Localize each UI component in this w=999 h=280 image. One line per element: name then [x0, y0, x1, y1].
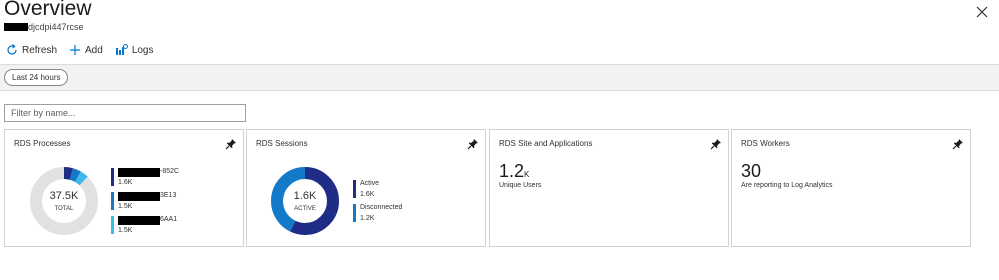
redacted-text	[118, 192, 160, 201]
close-button[interactable]	[972, 2, 992, 22]
pin-icon[interactable]	[710, 138, 722, 150]
metric-unit: K	[524, 170, 530, 179]
refresh-icon	[7, 44, 17, 55]
resource-name: djcdpi447rcse	[28, 22, 84, 32]
pin-icon[interactable]	[467, 138, 479, 150]
legend-name: 3E13	[160, 192, 177, 199]
legend-value: 1.6K	[360, 191, 375, 198]
tile-rds-site-applications[interactable]: RDS Site and Applications 1.2K Unique Us…	[489, 129, 729, 247]
legend-swatch	[353, 204, 356, 222]
close-icon	[976, 6, 988, 18]
legend-name: Active	[360, 180, 380, 187]
plus-icon	[70, 45, 81, 55]
metric-value: 30	[741, 161, 762, 181]
pin-icon[interactable]	[952, 138, 964, 150]
donut-center-label: ACTIVE	[294, 206, 316, 212]
donut-center-value: 1.6K	[293, 190, 317, 202]
add-label: Add	[85, 44, 103, 56]
logs-icon	[115, 44, 128, 55]
legend-value: 1.5K	[118, 203, 133, 210]
pin-icon[interactable]	[225, 138, 237, 150]
time-range-pill[interactable]: Last 24 hours	[4, 69, 69, 86]
legend-value: 1.6K	[118, 179, 133, 186]
tile-rds-sessions[interactable]: RDS Sessions 1.6K ACTIVE Active 1.6K Dis…	[246, 129, 486, 247]
filter-by-name-input[interactable]	[4, 104, 246, 122]
legend-value: 1.5K	[118, 227, 133, 234]
redacted-text	[118, 168, 160, 177]
legend-swatch	[111, 192, 114, 210]
metric-value: 1.2K	[499, 161, 529, 182]
tile-title: RDS Workers	[741, 139, 790, 148]
donut-center-value: 37.5K	[49, 190, 79, 202]
legend-name: Disconnected	[360, 204, 403, 211]
refresh-label: Refresh	[22, 44, 58, 56]
redacted-text	[4, 23, 28, 31]
resource-subtitle: djcdpi447rcse	[4, 22, 84, 32]
metric-caption: Are reporting to Log Analytics	[741, 182, 833, 189]
legend-swatch	[111, 216, 114, 234]
refresh-button[interactable]: Refresh	[6, 44, 57, 56]
metric-caption: Unique Users	[499, 182, 542, 189]
legend-name: -852C	[160, 168, 180, 175]
add-button[interactable]: Add	[69, 44, 103, 56]
redacted-text	[118, 216, 160, 225]
donut-center-label: TOTAL	[54, 206, 74, 212]
legend-swatch	[353, 180, 356, 198]
legend-swatch	[111, 168, 114, 186]
page-title: Overview	[4, 0, 92, 20]
tile-rds-processes[interactable]: RDS Processes 37.5K TOTAL -852C 1.6K 3E1…	[4, 129, 244, 247]
command-bar: Refresh Add Logs	[6, 44, 166, 56]
tile-title: RDS Sessions	[256, 139, 308, 148]
filter-bar: Last 24 hours	[0, 64, 999, 91]
tile-title: RDS Processes	[14, 139, 71, 148]
logs-button[interactable]: Logs	[115, 44, 154, 56]
legend-name: 6AA1	[160, 216, 178, 223]
tile-rds-workers[interactable]: RDS Workers 30 Are reporting to Log Anal…	[731, 129, 971, 247]
legend-value: 1.2K	[360, 215, 375, 222]
metric-number: 1.2	[499, 161, 525, 181]
logs-label: Logs	[131, 44, 154, 56]
tile-title: RDS Site and Applications	[499, 139, 593, 148]
